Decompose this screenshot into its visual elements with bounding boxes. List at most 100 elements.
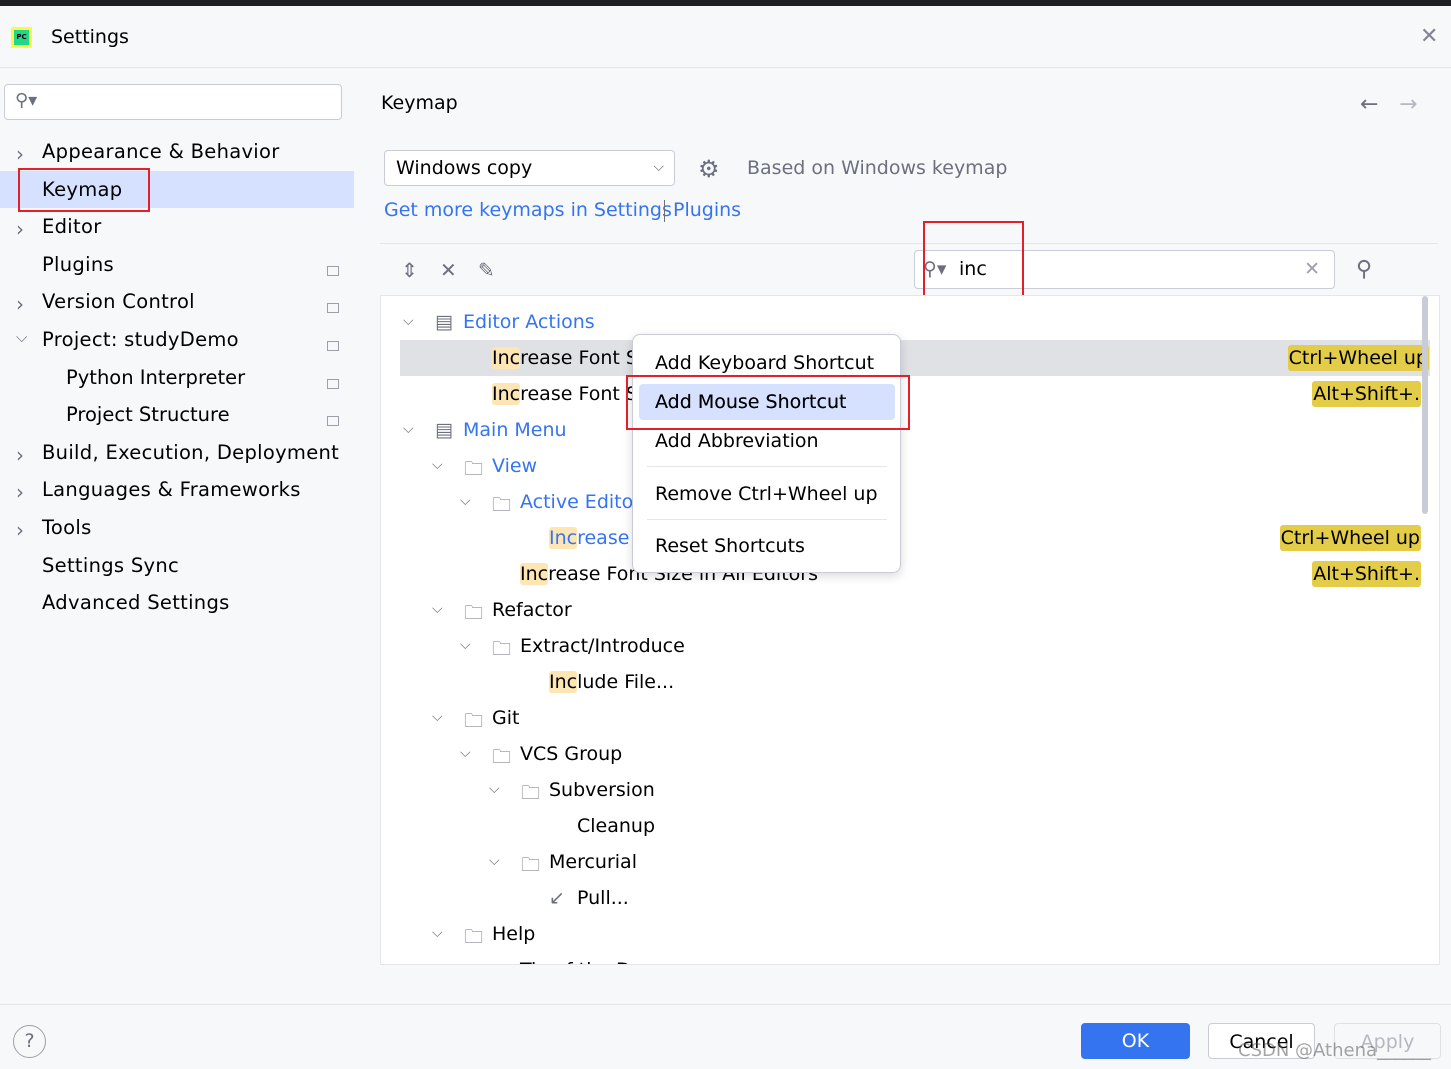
- sidebar-item-tools[interactable]: Tools: [42, 516, 92, 539]
- tree-row[interactable]: ⌵ 🗀 Help: [381, 916, 1439, 952]
- chevron-down-icon[interactable]: ⌵: [489, 781, 500, 797]
- divider: [0, 1004, 1451, 1005]
- menu-separator: [647, 466, 887, 467]
- tree-row[interactable]: ⌵ 🗀 Extract/Introduce: [381, 628, 1439, 664]
- chevron-right-icon[interactable]: ›: [16, 217, 24, 241]
- project-level-icon: [327, 303, 339, 314]
- chevron-right-icon[interactable]: ›: [16, 480, 24, 504]
- sidebar-item-build-execution-deployment[interactable]: Build, Execution, Deployment: [42, 441, 339, 464]
- tree-row[interactable]: ⌵ 🗀 Git: [381, 700, 1439, 736]
- tree-item-label: Refactor: [492, 599, 572, 621]
- tree-item-label: Cleanup: [577, 815, 656, 837]
- chevron-down-icon[interactable]: ⌵: [16, 328, 27, 346]
- search-match: Inc: [492, 347, 521, 369]
- project-level-icon: [327, 378, 339, 389]
- window-title: Settings: [51, 26, 129, 48]
- expand-all-icon[interactable]: ⇕: [401, 258, 418, 282]
- keymap-select-value: Windows copy: [396, 157, 533, 179]
- tree-row[interactable]: ⌵ 🗀 Active Editor: [381, 484, 1439, 520]
- tree-row[interactable]: ⌵ 🗀 VCS Group: [381, 736, 1439, 772]
- tree-item-label: VCS Group: [520, 743, 623, 765]
- tree-item-label: Git: [492, 707, 520, 729]
- menu-separator: [647, 519, 887, 520]
- sidebar-item-editor[interactable]: Editor: [42, 215, 102, 238]
- tree-row[interactable]: Tip of the Day: [381, 952, 1439, 964]
- chevron-down-icon[interactable]: ⌵: [432, 457, 443, 473]
- sidebar-item-appearance-behavior[interactable]: Appearance & Behavior: [42, 140, 280, 163]
- plugins-link[interactable]: Plugins: [673, 199, 741, 221]
- page-title: Keymap: [381, 92, 458, 114]
- tree-item-label: Extract/Introduce: [520, 635, 685, 657]
- tree-item-label: Pull...: [577, 887, 629, 909]
- sidebar-item-python-interpreter[interactable]: Python Interpreter: [66, 366, 245, 389]
- tree-row[interactable]: Increase Ctrl+Wheel up: [381, 520, 1439, 556]
- ok-button[interactable]: OK: [1081, 1023, 1190, 1059]
- tree-item-label: Mercurial: [549, 851, 637, 873]
- folder-icon: 🗀: [492, 746, 512, 768]
- sidebar-item-advanced-settings[interactable]: Advanced Settings: [42, 591, 230, 614]
- close-icon[interactable]: ✕: [1420, 24, 1438, 49]
- tree-row[interactable]: ⌵ ▤ Editor Actions: [381, 304, 1439, 340]
- search-icon: ⚲▾: [15, 90, 38, 111]
- collapse-all-icon[interactable]: ✕: [440, 258, 457, 282]
- title-bar: [0, 6, 1451, 68]
- tree-row[interactable]: ⌵ 🗀 View: [381, 448, 1439, 484]
- folder-icon: 🗀: [492, 638, 512, 660]
- tree-row[interactable]: ⌵ ▤ Main Menu: [381, 412, 1439, 448]
- chevron-down-icon[interactable]: ⌵: [489, 853, 500, 869]
- chevron-down-icon[interactable]: ⌵: [432, 601, 443, 617]
- sidebar-item-project-studydemo[interactable]: Project: studyDemo: [42, 328, 239, 351]
- tree-item-label: Help: [492, 923, 536, 945]
- forward-arrow-icon[interactable]: →: [1399, 92, 1417, 117]
- help-button[interactable]: ?: [13, 1025, 46, 1058]
- tree-item-label: Active Editor: [520, 491, 642, 513]
- sidebar-item-version-control[interactable]: Version Control: [42, 290, 195, 313]
- menu-item-remove-shortcut[interactable]: Remove Ctrl+Wheel up: [639, 476, 895, 512]
- get-more-keymaps-link[interactable]: Get more keymaps in Settings: [384, 199, 672, 221]
- tree-item-label: Increase: [549, 527, 630, 549]
- chevron-right-icon[interactable]: ›: [16, 518, 24, 542]
- menu-item-reset-shortcuts[interactable]: Reset Shortcuts: [639, 528, 895, 564]
- project-level-icon: [327, 341, 339, 351]
- tree-row[interactable]: ⌵ 🗀 Refactor: [381, 592, 1439, 628]
- sidebar-item-languages-frameworks[interactable]: Languages & Frameworks: [42, 478, 301, 501]
- chevron-down-icon[interactable]: ⌵: [403, 313, 414, 329]
- chevron-right-icon[interactable]: ›: [16, 142, 24, 166]
- sidebar-item-settings-sync[interactable]: Settings Sync: [42, 554, 179, 577]
- sidebar-item-project-structure[interactable]: Project Structure: [66, 403, 230, 426]
- edit-shortcut-icon[interactable]: ✎: [478, 258, 495, 282]
- sidebar-item-plugins[interactable]: Plugins: [42, 253, 114, 276]
- gear-icon[interactable]: ⚙: [698, 155, 720, 183]
- chevron-down-icon[interactable]: ⌵: [460, 637, 471, 653]
- editor-actions-icon: ▤: [435, 311, 453, 333]
- tree-item-label: Subversion: [549, 779, 655, 801]
- clear-icon[interactable]: ✕: [1304, 258, 1320, 280]
- folder-icon: 🗀: [521, 854, 541, 876]
- tree-row[interactable]: Include File...: [381, 664, 1439, 700]
- chevron-down-icon[interactable]: ⌵: [460, 745, 471, 761]
- tree-scrollbar[interactable]: [1422, 296, 1428, 514]
- chevron-right-icon[interactable]: ›: [16, 292, 24, 316]
- find-by-shortcut-icon[interactable]: ⚲: [1356, 257, 1372, 282]
- tree-row[interactable]: ⌵ 🗀 Mercurial: [381, 844, 1439, 880]
- tree-row[interactable]: Increase Font Size in All Editors Alt+Shi…: [381, 556, 1439, 592]
- tree-item-label: Editor Actions: [463, 311, 595, 333]
- chevron-down-icon[interactable]: ⌵: [403, 421, 414, 437]
- keymap-select[interactable]: Windows copy ⌵: [384, 150, 675, 186]
- tree-row[interactable]: ⌵ 🗀 Subversion: [381, 772, 1439, 808]
- tree-row[interactable]: Cleanup: [381, 808, 1439, 844]
- settings-search-input[interactable]: ⚲▾: [4, 84, 342, 120]
- chevron-down-icon: ⌵: [653, 159, 664, 175]
- tree-row[interactable]: Increase Font Size Ctrl+Wheel up: [400, 340, 1430, 376]
- back-arrow-icon[interactable]: ←: [1360, 92, 1378, 117]
- chevron-down-icon[interactable]: ⌵: [460, 493, 471, 509]
- tree-item-label: Tip of the Day: [520, 959, 654, 964]
- context-menu: Add Keyboard Shortcut Add Mouse Shortcut…: [632, 334, 901, 573]
- chevron-right-icon[interactable]: ›: [16, 443, 24, 467]
- folder-icon: 🗀: [492, 494, 512, 516]
- chevron-down-icon[interactable]: ⌵: [432, 709, 443, 725]
- tree-row[interactable]: Increase Font Size Alt+Shift+.: [381, 376, 1439, 412]
- chevron-down-icon[interactable]: ⌵: [432, 925, 443, 941]
- tree-row[interactable]: ↙ Pull...: [381, 880, 1439, 916]
- folder-icon: 🗀: [464, 602, 484, 624]
